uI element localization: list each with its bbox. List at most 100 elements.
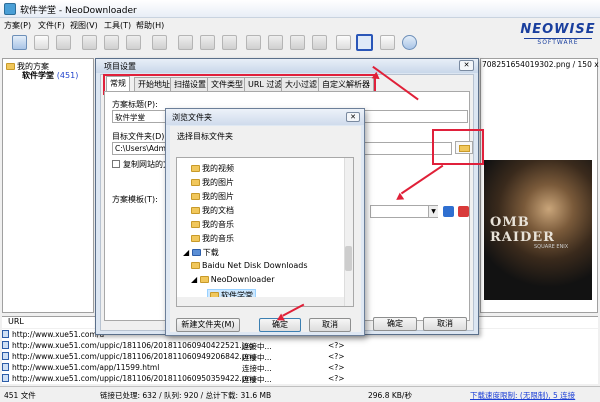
folder-tree: 我的视频 我的图片 我的图片 我的文档 我的音乐 我的音乐 ◢ 下载 Baidu… <box>176 157 354 307</box>
tree-folder-neodownloader[interactable]: ◢ NeoDownloader <box>191 275 274 284</box>
tree-folder[interactable]: 我的文档 <box>191 205 234 216</box>
save-template-icon[interactable] <box>443 206 454 217</box>
row-url: http://www.xue51.com/uppic/181106/201811… <box>12 352 257 361</box>
new-folder-button[interactable]: 新建文件夹(M) <box>176 318 240 332</box>
dialog-title: 项目设置 <box>104 62 136 71</box>
list-row[interactable]: http://www.xue51.com/uppic/181106/201811… <box>2 340 598 351</box>
list-row[interactable]: http://www.xue51.com/uppic/181106/201811… <box>2 351 598 362</box>
folder-icon <box>191 165 200 172</box>
status-progress: 链接已处理: 632 / 队列: 920 / 总计下载: 31.6 MB <box>100 391 272 400</box>
folder-icon <box>191 179 200 186</box>
tree-folder[interactable]: 我的图片 <box>191 177 234 188</box>
dialog-cancel-button[interactable]: 取消 <box>423 317 467 331</box>
folder-icon <box>6 63 15 70</box>
delete-icon[interactable] <box>56 35 71 50</box>
delete-template-icon[interactable] <box>458 206 469 217</box>
file-icon <box>2 330 9 338</box>
folder-label: 我的文档 <box>202 206 234 215</box>
paste-icon[interactable] <box>268 35 283 50</box>
clear-icon[interactable] <box>222 35 237 50</box>
image-view-icon[interactable] <box>356 34 373 51</box>
folder-icon <box>191 221 200 228</box>
status-files: 451 文件 <box>4 391 36 400</box>
open-folder-icon[interactable] <box>152 35 167 50</box>
project-tree-panel <box>2 58 94 313</box>
tree-item-count: (451) <box>56 71 79 80</box>
logo-line1: NEOWISE <box>520 22 596 37</box>
status-bar: 451 文件 链接已处理: 632 / 队列: 920 / 总计下载: 31.6… <box>0 386 600 402</box>
file-icon <box>2 363 9 371</box>
copy-site-checkbox[interactable] <box>112 160 120 168</box>
dialog-title-bar <box>96 59 478 73</box>
stop-icon[interactable] <box>126 35 141 50</box>
browse-prompt: 选择目标文件夹 <box>177 132 233 141</box>
chevron-down-icon[interactable]: ▼ <box>428 206 438 217</box>
status-speed: 296.8 KB/秒 <box>368 391 412 400</box>
list-row[interactable]: http://www.xue51.com/app/11599.html 连接中..… <box>2 362 598 373</box>
speed-limit-link[interactable]: 下载速度限制: (无限制), 5 连接 <box>470 390 575 401</box>
print-icon[interactable] <box>312 35 327 50</box>
row-url: http://www.xue51.com/uppic/181106/201811… <box>12 374 257 383</box>
folder-label: 我的图片 <box>202 178 234 187</box>
list-row[interactable]: http://www.xue51.com/uppic/181106/201811… <box>2 373 598 384</box>
project-title-label: 方案标题(P): <box>112 100 158 109</box>
preview-image[interactable]: OMB RAIDER SQUARE ENIX <box>484 160 592 300</box>
folder-icon <box>459 145 470 152</box>
menu-file[interactable]: 文件(F) <box>38 20 65 31</box>
window-title: 软件学堂 - NeoDownloader <box>20 6 137 16</box>
col-url[interactable]: URL <box>8 317 24 326</box>
folder-icon <box>191 193 200 200</box>
menu-view[interactable]: 视图(V) <box>70 20 98 31</box>
tree-folder[interactable]: Baidu Net Disk Downloads <box>191 261 308 270</box>
browse-title: 浏览文件夹 <box>172 113 212 122</box>
tree-item-label: 软件学堂 <box>22 71 54 80</box>
add-url-icon[interactable] <box>178 35 193 50</box>
dialog-close-button[interactable]: ✕ <box>459 60 474 71</box>
pause-icon[interactable] <box>104 35 119 50</box>
row-size: <?> <box>328 374 345 383</box>
folder-icon <box>199 276 209 283</box>
folder-icon <box>191 262 200 269</box>
browse-cancel-button[interactable]: 取消 <box>309 318 351 332</box>
menu-help[interactable]: 帮助(H) <box>136 20 164 31</box>
tree-folder[interactable]: 我的图片 <box>191 191 234 202</box>
folder-label: NeoDownloader <box>210 275 275 284</box>
folder-label: Baidu Net Disk Downloads <box>202 261 308 270</box>
edit-icon[interactable] <box>34 35 49 50</box>
tree-scrollbar[interactable] <box>344 158 353 306</box>
remove-url-icon[interactable] <box>200 35 215 50</box>
row-url: http://www.xue51.com/u <box>12 330 105 339</box>
view-icon[interactable] <box>336 35 351 50</box>
browse-close-button[interactable]: ✕ <box>346 112 360 122</box>
row-url: http://www.xue51.com/uppic/181106/201811… <box>12 341 254 350</box>
tree-hscrollbar[interactable] <box>177 297 344 306</box>
template-label: 方案模板(T): <box>112 195 158 204</box>
tree-folder[interactable]: 我的视频 <box>191 163 234 174</box>
settings-icon[interactable] <box>380 35 395 50</box>
folder-icon <box>191 235 200 242</box>
tree-item-project[interactable]: 软件学堂 (451) <box>22 70 78 81</box>
globe-icon[interactable] <box>402 35 417 50</box>
tree-folder[interactable]: 我的音乐 <box>191 233 234 244</box>
new-project-icon[interactable] <box>12 35 27 50</box>
mail-icon[interactable] <box>290 35 305 50</box>
file-icon <box>2 352 9 360</box>
folder-label: 我的视频 <box>202 164 234 173</box>
start-icon[interactable] <box>82 35 97 50</box>
copy-site-label: 复制网站的文 <box>123 160 171 169</box>
menu-project[interactable]: 方案(P) <box>4 20 31 31</box>
tree-folder[interactable]: 我的音乐 <box>191 219 234 230</box>
preview-filename: 708251654019302.png / 150 x 2... <box>482 60 600 69</box>
download-folder-icon <box>191 249 201 256</box>
cover-subtitle: SQUARE ENIX <box>534 244 569 250</box>
row-size: <?> <box>328 341 345 350</box>
row-url: http://www.xue51.com/app/11599.html <box>12 363 160 372</box>
tree-scroll-thumb[interactable] <box>345 246 352 271</box>
copy-icon[interactable] <box>246 35 261 50</box>
tree-folder-downloads[interactable]: ◢ 下载 <box>183 247 219 258</box>
dialog-ok-button[interactable]: 确定 <box>373 317 417 331</box>
expand-icon: ◢ <box>183 248 192 257</box>
browse-folder-button[interactable] <box>455 141 473 154</box>
folder-label: 我的音乐 <box>202 234 234 243</box>
menu-tools[interactable]: 工具(T) <box>104 20 131 31</box>
